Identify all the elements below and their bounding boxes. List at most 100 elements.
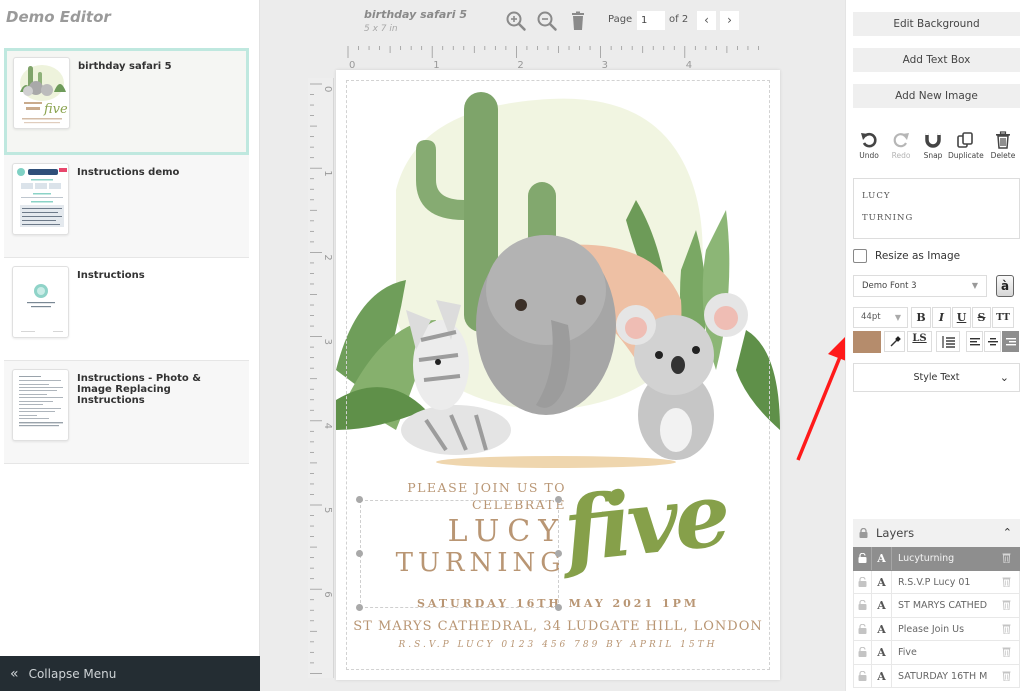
uppercase-button[interactable]: TT xyxy=(992,307,1014,328)
add-text-box-button[interactable]: Add Text Box xyxy=(853,48,1020,72)
document-title: Instructions - Photo & Image Replacing I… xyxy=(77,373,201,406)
next-page-button[interactable]: › xyxy=(720,11,739,30)
add-new-image-button[interactable]: Add New Image xyxy=(853,84,1020,108)
five-text[interactable]: five xyxy=(559,462,731,582)
snap-button[interactable]: Snap xyxy=(916,131,950,160)
underline-button[interactable]: U xyxy=(952,307,971,328)
zoom-in-icon[interactable] xyxy=(505,10,527,32)
layer-item[interactable]: A Please Join Us xyxy=(853,617,1020,643)
ruler-label: 4 xyxy=(686,60,692,69)
unlock-icon[interactable] xyxy=(854,570,872,593)
venue-text[interactable]: ST MARYS CATHEDRAL, 34 LUDGATE HILL, LON… xyxy=(336,619,780,634)
unlock-icon[interactable] xyxy=(854,594,872,617)
unlock-icon[interactable] xyxy=(854,547,872,570)
safari-animals-illustration[interactable] xyxy=(336,70,780,490)
ruler-label: 1 xyxy=(433,60,439,69)
lock-icon xyxy=(859,528,868,538)
redo-label: Redo xyxy=(891,151,911,160)
resize-handle[interactable] xyxy=(555,496,562,503)
layer-item[interactable]: A Lucyturning xyxy=(853,547,1020,571)
align-left-button[interactable] xyxy=(966,331,983,352)
magnet-icon xyxy=(925,132,941,148)
page-number-input[interactable] xyxy=(637,11,665,30)
font-family-select[interactable]: Demo Font 3 ▼ xyxy=(853,275,987,297)
checkbox-box[interactable] xyxy=(853,249,867,263)
letter-spacing-button[interactable]: LS xyxy=(907,331,932,352)
style-text-dropdown[interactable]: Style Text ⌄ xyxy=(853,363,1020,392)
delete-label: Delete xyxy=(990,151,1016,160)
text-content-editor[interactable]: LUCY TURNING xyxy=(853,178,1020,239)
document-list: five birthday safari 5 Instructions demo… xyxy=(4,48,249,464)
document-item[interactable]: Instructions demo xyxy=(4,155,249,258)
trash-icon[interactable] xyxy=(568,10,590,32)
caret-down-icon: ▼ xyxy=(894,313,901,322)
layer-item[interactable]: A R.S.V.P Lucy 01 xyxy=(853,570,1020,596)
ruler-label: 3 xyxy=(322,339,333,345)
collapse-menu-button[interactable]: « Collapse Menu xyxy=(0,656,260,691)
text-layer-icon: A xyxy=(872,570,892,593)
layers-title: Layers xyxy=(876,526,915,540)
chevron-up-icon[interactable]: ⌃ xyxy=(1003,519,1012,547)
layer-item[interactable]: A ST MARYS CATHED xyxy=(853,594,1020,618)
document-item[interactable]: Instructions - Photo & Image Replacing I… xyxy=(4,361,249,464)
font-size-select[interactable]: 44pt ▼ xyxy=(853,307,908,328)
resize-handle[interactable] xyxy=(555,604,562,611)
trash-icon[interactable] xyxy=(1002,665,1011,690)
vertical-ruler: 0 1 2 3 4 5 6 xyxy=(308,78,334,678)
line-height-button[interactable] xyxy=(936,331,960,352)
trash-icon[interactable] xyxy=(1002,641,1011,666)
layer-item[interactable]: A Five xyxy=(853,641,1020,665)
redo-button[interactable]: Redo xyxy=(884,131,918,160)
rsvp-text[interactable]: R.S.V.P LUCY 0123 456 789 BY APRIL 15TH xyxy=(336,640,780,650)
document-size: 5 x 7 in xyxy=(364,24,398,34)
document-item[interactable]: five birthday safari 5 xyxy=(4,48,249,155)
svg-text:five: five xyxy=(43,102,68,117)
resize-handle[interactable] xyxy=(555,550,562,557)
eyedropper-button[interactable] xyxy=(884,331,905,352)
ruler-label: 6 xyxy=(322,591,333,597)
text-line: LUCY xyxy=(862,191,891,201)
unlock-icon[interactable] xyxy=(854,664,872,687)
layers-header[interactable]: Layers ⌃ xyxy=(853,519,1020,547)
document-name: birthday safari 5 xyxy=(364,8,467,21)
resize-as-image-label: Resize as Image xyxy=(875,250,961,262)
text-layer-icon: A xyxy=(872,617,892,640)
text-layer-icon: A xyxy=(872,641,892,664)
duplicate-button[interactable]: Duplicate xyxy=(948,131,984,160)
document-title: birthday safari 5 xyxy=(78,61,172,72)
resize-handle[interactable] xyxy=(356,604,363,611)
zoom-out-icon[interactable] xyxy=(536,10,558,32)
photo-instructions-thumbnail xyxy=(12,369,69,441)
strikethrough-button[interactable]: S xyxy=(972,307,991,328)
bold-button[interactable]: B xyxy=(911,307,931,328)
line-height-icon xyxy=(942,336,955,348)
trash-icon[interactable] xyxy=(1002,571,1011,596)
delete-button[interactable]: Delete xyxy=(986,131,1020,160)
layer-name: Please Join Us xyxy=(898,623,965,635)
layer-item[interactable]: A SATURDAY 16TH M xyxy=(853,664,1020,690)
resize-handle[interactable] xyxy=(356,550,363,557)
resize-as-image-checkbox[interactable]: Resize as Image xyxy=(853,249,960,263)
app-title: Demo Editor xyxy=(6,8,111,26)
document-item[interactable]: Instructions xyxy=(4,258,249,361)
align-right-button[interactable] xyxy=(1002,331,1019,352)
unlock-icon[interactable] xyxy=(854,617,872,640)
text-color-swatch[interactable] xyxy=(853,331,881,353)
properties-panel: Edit Background Add Text Box Add New Ima… xyxy=(845,0,1024,691)
layer-list: A Lucyturning A R.S.V.P Lucy 01 A ST MAR… xyxy=(853,547,1020,688)
align-center-button[interactable] xyxy=(984,331,1001,352)
special-characters-button[interactable]: à xyxy=(996,275,1014,297)
trash-icon[interactable] xyxy=(1002,594,1011,619)
undo-button[interactable]: Undo xyxy=(852,131,886,160)
italic-button[interactable]: I xyxy=(932,307,951,328)
trash-icon[interactable] xyxy=(1002,618,1011,643)
design-page[interactable]: five PLEASE JOIN US TO CELEBRATE LUCY TU… xyxy=(336,70,780,680)
align-right-icon xyxy=(1005,338,1016,346)
selection-box[interactable] xyxy=(360,500,559,608)
unlock-icon[interactable] xyxy=(854,641,872,664)
resize-handle[interactable] xyxy=(356,496,363,503)
edit-background-button[interactable]: Edit Background xyxy=(853,12,1020,36)
trash-icon[interactable] xyxy=(1002,547,1011,572)
please-join-line: PLEASE JOIN US TO xyxy=(407,480,566,495)
previous-page-button[interactable]: ‹ xyxy=(697,11,716,30)
